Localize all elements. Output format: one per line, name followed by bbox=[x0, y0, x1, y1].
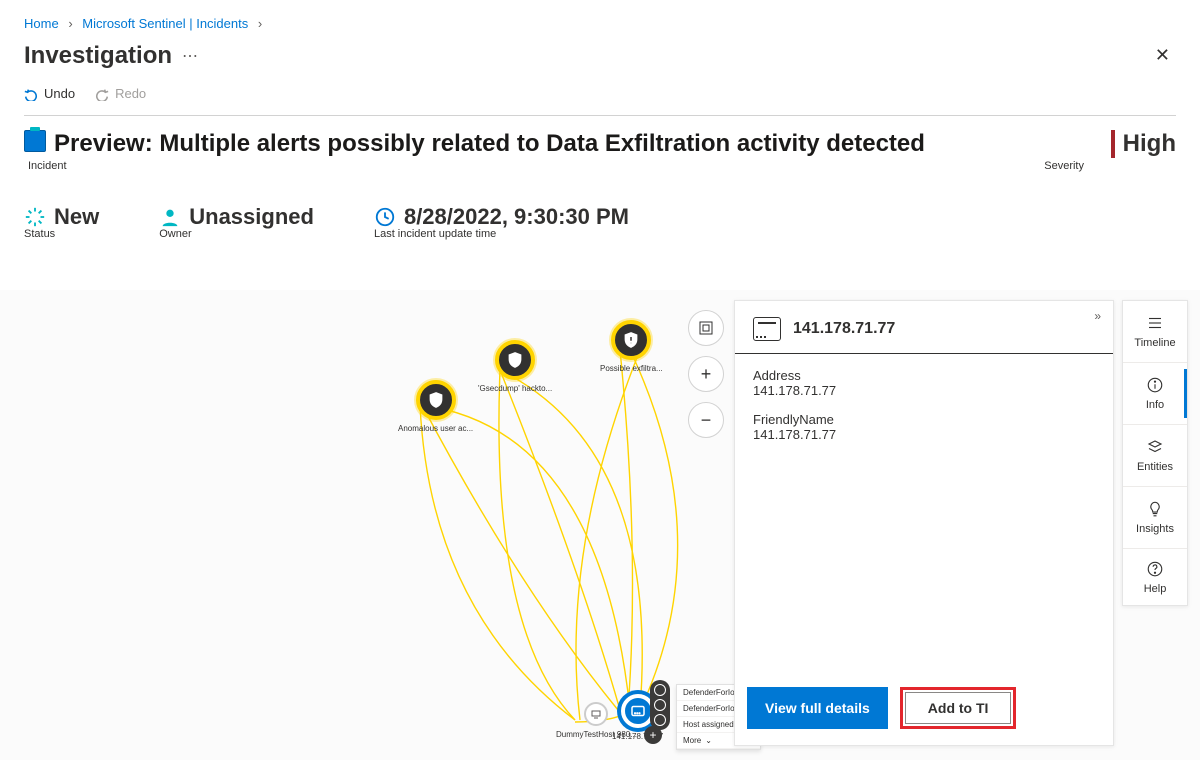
briefcase-icon bbox=[24, 130, 46, 152]
node-label: Possible exfiltra... bbox=[600, 364, 663, 373]
incident-meta: New Status Unassigned Owner 8/28/2022, 9… bbox=[0, 176, 1200, 254]
ip-icon bbox=[629, 702, 647, 720]
close-icon[interactable]: ✕ bbox=[1149, 39, 1176, 72]
lightbulb-icon bbox=[1146, 500, 1164, 518]
status-sublabel: Status bbox=[24, 228, 99, 240]
detail-footer: View full details Add to TI bbox=[735, 677, 1113, 745]
field-name: FriendlyName bbox=[753, 412, 1095, 427]
detail-header: 141.178.71.77 bbox=[735, 301, 1113, 354]
collapse-chevron-icon[interactable]: » bbox=[1094, 309, 1101, 323]
status-new-icon bbox=[24, 206, 46, 228]
updated-block: 8/28/2022, 9:30:30 PM Last incident upda… bbox=[374, 204, 629, 240]
fit-icon bbox=[699, 321, 713, 335]
breadcrumb: Home › Microsoft Sentinel | Incidents › bbox=[0, 0, 1200, 37]
toolbar: Undo Redo bbox=[0, 80, 1200, 115]
tab-label: Help bbox=[1144, 583, 1167, 595]
tab-entities[interactable]: Entities bbox=[1123, 425, 1187, 487]
severity-sublabel: Severity bbox=[1044, 160, 1176, 172]
host-icon bbox=[590, 708, 602, 720]
graph-node-anomalous[interactable]: Anomalous user ac... bbox=[398, 380, 473, 433]
incident-header: Preview: Multiple alerts possibly relate… bbox=[0, 130, 1200, 164]
updated-value: 8/28/2022, 9:30:30 PM bbox=[404, 204, 629, 230]
page-title-row: Investigation ⋯ ✕ bbox=[0, 37, 1200, 80]
tab-label: Insights bbox=[1136, 523, 1174, 535]
severity-value: High bbox=[1123, 130, 1176, 158]
owner-block: Unassigned Owner bbox=[159, 204, 314, 240]
zoom-out-button[interactable]: − bbox=[688, 402, 724, 438]
person-icon bbox=[159, 206, 181, 228]
redo-button: Redo bbox=[95, 86, 146, 101]
updated-sublabel: Last incident update time bbox=[374, 228, 629, 240]
field-value: 141.178.71.77 bbox=[753, 383, 1095, 398]
undo-icon bbox=[24, 87, 38, 101]
detail-field: FriendlyName 141.178.71.77 bbox=[753, 412, 1095, 442]
incident-title: Preview: Multiple alerts possibly relate… bbox=[54, 130, 925, 158]
clock-icon bbox=[374, 206, 396, 228]
detail-body: Address 141.178.71.77 FriendlyName 141.1… bbox=[735, 354, 1113, 677]
timeline-icon bbox=[1146, 314, 1164, 332]
help-icon bbox=[1146, 560, 1164, 578]
incident-sublabel: Incident bbox=[24, 160, 67, 172]
redo-icon bbox=[95, 87, 109, 101]
side-tabs: Timeline Info Entities Insights Help bbox=[1122, 300, 1188, 606]
shield-alert-icon bbox=[622, 331, 640, 349]
owner-value: Unassigned bbox=[189, 204, 314, 230]
detail-title: 141.178.71.77 bbox=[793, 320, 895, 338]
shield-icon bbox=[427, 391, 445, 409]
node-label: 'Gsecdump' hackto... bbox=[478, 384, 552, 393]
undo-button[interactable]: Undo bbox=[24, 86, 75, 101]
undo-label: Undo bbox=[44, 86, 75, 101]
severity-indicator bbox=[1111, 130, 1115, 158]
redo-label: Redo bbox=[115, 86, 146, 101]
graph-controls: + − bbox=[688, 310, 724, 438]
breadcrumb-home[interactable]: Home bbox=[24, 16, 59, 31]
detail-field: Address 141.178.71.77 bbox=[753, 368, 1095, 398]
status-value: New bbox=[54, 204, 99, 230]
graph-node-gsecdump[interactable]: 'Gsecdump' hackto... bbox=[478, 340, 552, 393]
zoom-in-button[interactable]: + bbox=[688, 356, 724, 392]
graph-node-exfil[interactable]: Possible exfiltra... bbox=[600, 320, 663, 373]
tab-help[interactable]: Help bbox=[1123, 549, 1187, 605]
chevron-right-icon: › bbox=[68, 16, 72, 31]
ip-entity-icon bbox=[753, 317, 781, 341]
tab-info[interactable]: Info bbox=[1123, 363, 1187, 425]
add-node-icon[interactable]: + bbox=[644, 726, 662, 744]
entities-icon bbox=[1146, 438, 1164, 456]
field-value: 141.178.71.77 bbox=[753, 427, 1095, 442]
shield-icon bbox=[506, 351, 524, 369]
owner-sublabel: Owner bbox=[159, 228, 314, 240]
fit-to-screen-button[interactable] bbox=[688, 310, 724, 346]
tab-label: Entities bbox=[1137, 461, 1173, 473]
add-to-ti-button[interactable]: Add to TI bbox=[905, 692, 1012, 724]
severity-block: High bbox=[1111, 130, 1176, 158]
chevron-right-icon: › bbox=[258, 16, 262, 31]
view-full-details-button[interactable]: View full details bbox=[747, 687, 888, 729]
node-context-menu[interactable] bbox=[650, 680, 670, 730]
page-title: Investigation bbox=[24, 42, 172, 70]
field-name: Address bbox=[753, 368, 1095, 383]
add-to-ti-highlight: Add to TI bbox=[900, 687, 1017, 729]
breadcrumb-sentinel[interactable]: Microsoft Sentinel | Incidents bbox=[82, 16, 248, 31]
tab-label: Timeline bbox=[1134, 337, 1175, 349]
info-icon bbox=[1146, 376, 1164, 394]
entity-detail-pane: » 141.178.71.77 Address 141.178.71.77 Fr… bbox=[734, 300, 1114, 746]
tab-label: Info bbox=[1146, 399, 1164, 411]
tab-timeline[interactable]: Timeline bbox=[1123, 301, 1187, 363]
status-block: New Status bbox=[24, 204, 99, 240]
node-label: Anomalous user ac... bbox=[398, 424, 473, 433]
divider bbox=[24, 115, 1176, 116]
tab-insights[interactable]: Insights bbox=[1123, 487, 1187, 549]
chevron-down-icon: ⌄ bbox=[705, 736, 712, 745]
more-actions-icon[interactable]: ⋯ bbox=[182, 46, 198, 66]
